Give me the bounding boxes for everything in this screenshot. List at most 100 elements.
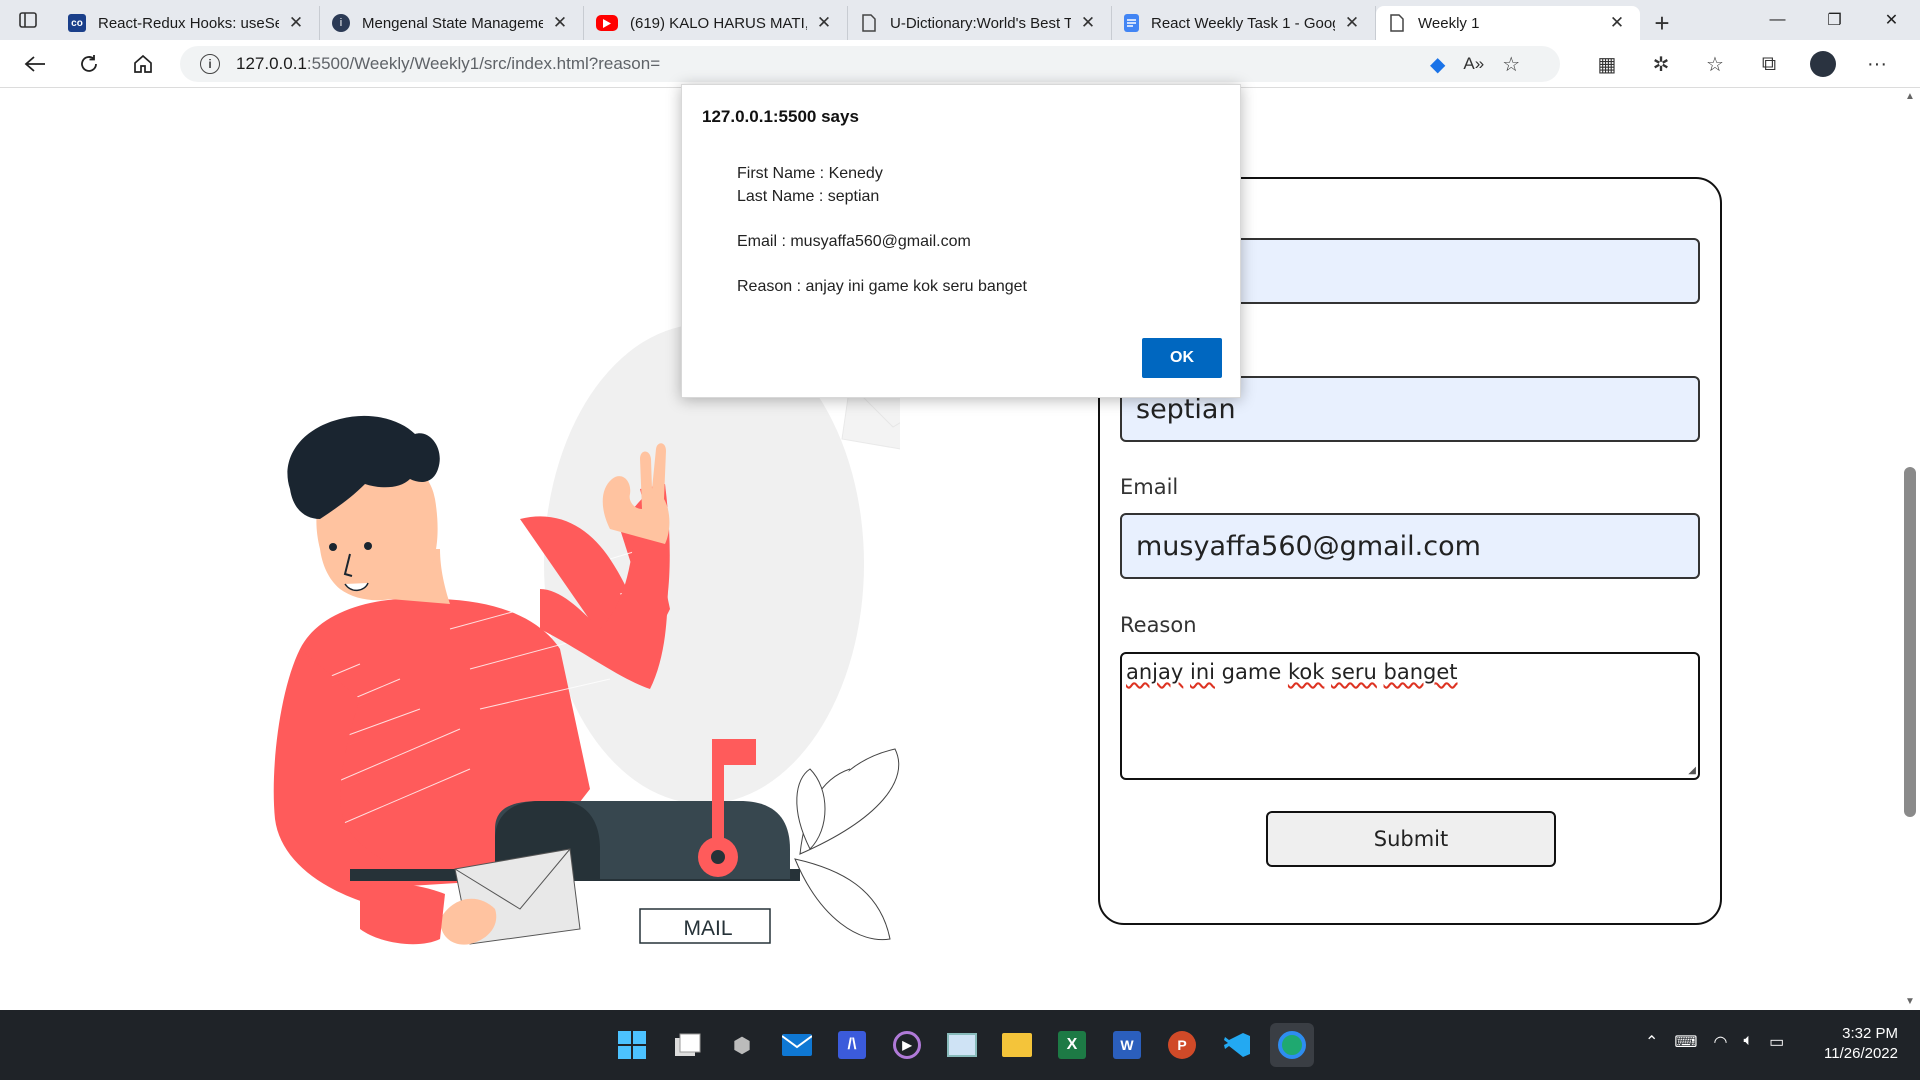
co-icon: co (68, 14, 86, 32)
system-tray: ⌃ ⌨ ◠ 🔈︎ ▭ (1645, 1032, 1784, 1052)
photos-icon[interactable] (940, 1023, 984, 1067)
close-tab-icon[interactable]: ✕ (1606, 13, 1628, 33)
tab-title: Weekly 1 (1418, 14, 1480, 32)
ok-button[interactable]: OK (1142, 338, 1222, 378)
email-input[interactable]: musyaffa560@gmail.com (1120, 513, 1700, 579)
tab-react-weekly-task[interactable]: React Weekly Task 1 - Goog ✕ (1112, 6, 1376, 40)
vscode-icon[interactable] (1215, 1023, 1259, 1067)
tab-title: React Weekly Task 1 - Goog (1151, 14, 1335, 32)
page-icon (860, 14, 878, 32)
grid-extension-icon[interactable]: ▦ (1580, 44, 1634, 84)
plant-leaves (794, 748, 900, 941)
excel-icon[interactable]: X (1050, 1023, 1094, 1067)
home-icon[interactable] (116, 44, 170, 84)
favorites-icon[interactable]: ☆ (1688, 44, 1742, 84)
chevron-up-icon[interactable]: ⌃ (1645, 1032, 1658, 1052)
clock-time: 3:32 PM (1842, 1025, 1898, 1042)
clock-date: 11/26/2022 (1824, 1045, 1898, 1062)
media-player-icon[interactable]: ▶ (885, 1023, 929, 1067)
reason-textarea[interactable]: anjay ini game kok seru banget ◢ (1120, 652, 1700, 780)
app-hexagon-icon[interactable]: ⬢ (720, 1023, 764, 1067)
wifi-icon[interactable]: ◠ (1714, 1032, 1728, 1052)
tab-youtube[interactable]: (619) KALO HARUS MATI, TO ✕ (584, 6, 848, 40)
reason-word: seru (1331, 660, 1377, 684)
clock[interactable]: 3:32 PM 11/26/2022 (1824, 1024, 1898, 1064)
tab-u-dictionary[interactable]: U-Dictionary:World's Best Tr ✕ (848, 6, 1112, 40)
mailbox-label: MAIL (683, 917, 732, 940)
mail-icon[interactable] (775, 1023, 819, 1067)
shopping-tag-icon[interactable]: ◆ (1430, 52, 1445, 77)
close-tab-icon[interactable]: ✕ (1341, 13, 1363, 33)
close-window-icon[interactable]: ✕ (1863, 0, 1920, 40)
more-menu-icon[interactable]: ··· (1850, 44, 1904, 84)
extensions-icon[interactable]: ✲ (1634, 44, 1688, 84)
page-scrollbar[interactable]: ▲ ▼ (1900, 89, 1920, 1009)
reason-word: kok (1287, 660, 1325, 684)
url-path: :5500/Weekly/Weekly1/src/index.html?reas… (306, 54, 661, 73)
tab-title: Mengenal State Manageme (362, 14, 543, 32)
back-icon[interactable] (8, 44, 62, 84)
restore-icon[interactable]: ❐ (1806, 0, 1863, 40)
url-actions: ◆ A» ☆ (1430, 46, 1520, 82)
reason-word: ini (1190, 660, 1215, 684)
address-bar: i 127.0.0.1:5500/Weekly/Weekly1/src/inde… (0, 40, 1920, 88)
toolbar-icons: ▦ ✲ ☆ ⧉ ··· (1580, 44, 1904, 84)
tab-actions-icon[interactable] (0, 0, 56, 40)
edge-icon[interactable] (1270, 1023, 1314, 1067)
tab-state-management[interactable]: i Mengenal State Manageme ✕ (320, 6, 584, 40)
new-tab-button[interactable]: + (1640, 6, 1684, 40)
reason-word: banget (1383, 660, 1458, 684)
url-host: 127.0.0.1 (236, 54, 307, 73)
eye (329, 543, 337, 551)
dialog-last-name: Last Name : septian (737, 188, 880, 205)
read-aloud-icon[interactable]: A» (1463, 54, 1484, 74)
mailbox-flag (712, 739, 756, 765)
alert-dialog: 127.0.0.1:5500 says First Name : Kenedy … (681, 84, 1241, 398)
keyboard-icon[interactable]: ⌨ (1674, 1032, 1697, 1052)
taskbar: ⬢ /\ ▶ X W P ⌃ ⌨ ◠ 🔈︎ ▭ 3:32 PM 11/26/20… (0, 1010, 1920, 1080)
last-name-value: septian (1136, 393, 1236, 425)
taskbar-apps: ⬢ /\ ▶ X W P (610, 1023, 1314, 1067)
docs-icon (1124, 14, 1139, 32)
close-tab-icon[interactable]: ✕ (813, 13, 835, 33)
word-icon[interactable]: W (1105, 1023, 1149, 1067)
info-icon: i (332, 14, 350, 32)
collections-icon[interactable]: ⧉ (1742, 44, 1796, 84)
tab-react-redux[interactable]: co React-Redux Hooks: useSele ✕ (56, 6, 320, 40)
minimize-icon[interactable]: — (1749, 0, 1806, 40)
start-icon[interactable] (610, 1023, 654, 1067)
tab-title: React-Redux Hooks: useSele (98, 14, 279, 32)
task-view-icon[interactable] (665, 1023, 709, 1067)
battery-icon[interactable]: ▭ (1769, 1032, 1784, 1052)
youtube-icon (596, 15, 618, 31)
scroll-down-icon[interactable]: ▼ (1905, 996, 1915, 1007)
scrollbar-thumb[interactable] (1904, 467, 1916, 817)
close-tab-icon[interactable]: ✕ (1077, 13, 1099, 33)
file-explorer-icon[interactable] (995, 1023, 1039, 1067)
url-field[interactable]: i 127.0.0.1:5500/Weekly/Weekly1/src/inde… (180, 46, 1560, 82)
refresh-icon[interactable] (62, 44, 116, 84)
tab-bar: co React-Redux Hooks: useSele ✕ i Mengen… (0, 0, 1920, 40)
dialog-email: Email : musyaffa560@gmail.com (737, 233, 971, 250)
tab-weekly-1[interactable]: Weekly 1 ✕ (1376, 6, 1640, 40)
site-info-icon[interactable]: i (200, 54, 220, 74)
close-tab-icon[interactable]: ✕ (285, 13, 307, 33)
tab-title: (619) KALO HARUS MATI, TO (630, 14, 807, 32)
email-value: musyaffa560@gmail.com (1136, 530, 1481, 562)
resize-handle-icon[interactable]: ◢ (1688, 765, 1696, 776)
dialog-first-name: First Name : Kenedy (737, 165, 883, 182)
app-editor-icon[interactable]: /\ (830, 1023, 874, 1067)
submit-button[interactable]: Submit (1266, 811, 1556, 867)
volume-icon[interactable]: 🔈︎ (1743, 1032, 1753, 1052)
dialog-title: 127.0.0.1:5500 says (702, 107, 859, 126)
reason-word: anjay (1126, 660, 1184, 684)
add-favorite-icon[interactable]: ☆ (1502, 52, 1520, 77)
reason-label: Reason (1120, 613, 1197, 637)
reason-word: game (1221, 660, 1282, 684)
close-tab-icon[interactable]: ✕ (549, 13, 571, 33)
powerpoint-icon[interactable]: P (1160, 1023, 1204, 1067)
window-controls: — ❐ ✕ (1749, 0, 1920, 40)
scroll-up-icon[interactable]: ▲ (1905, 91, 1915, 102)
profile-avatar[interactable] (1796, 44, 1850, 84)
tab-title: U-Dictionary:World's Best Tr (890, 14, 1071, 32)
